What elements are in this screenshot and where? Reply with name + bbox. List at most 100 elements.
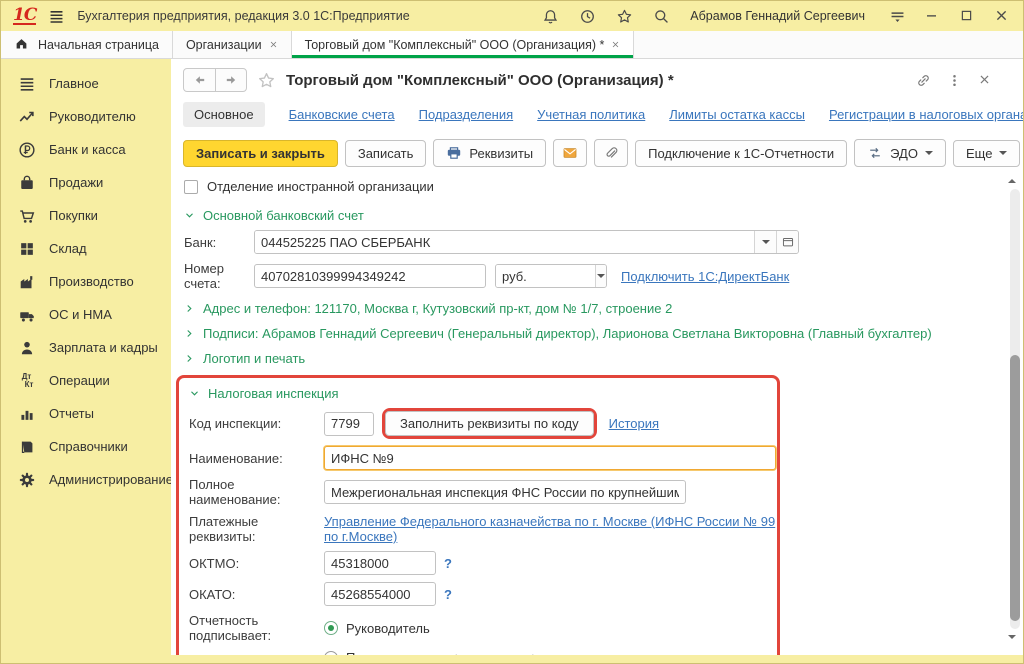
section-address-phone[interactable]: Адрес и телефон: 121170, Москва г, Кутуз… <box>171 296 1005 321</box>
save-and-close-button[interactable]: Записать и закрыть <box>183 140 338 167</box>
signer-option-label: Представитель <box>346 650 438 655</box>
notifications-bell-icon[interactable] <box>542 8 559 25</box>
sidebar-item-fixed-assets[interactable]: ОС и НМА <box>1 298 171 331</box>
full-name-input[interactable] <box>324 480 686 504</box>
sidebar-item-sales[interactable]: Продажи <box>1 166 171 199</box>
1c-logo-icon: 1С <box>13 8 36 25</box>
scrollbar-down-arrow[interactable] <box>1008 635 1016 639</box>
form-title: Торговый дом "Комплексный" ООО (Организа… <box>286 72 674 89</box>
service-menu-icon[interactable] <box>889 8 906 25</box>
sidebar-item-salary-hr[interactable]: Зарплата и кадры <box>1 331 171 364</box>
chevron-right-icon <box>184 328 195 339</box>
tab-org-card[interactable]: Торговый дом "Комплексный" ООО (Организа… <box>292 31 635 58</box>
scrollbar-thumb[interactable] <box>1010 355 1020 621</box>
sidebar-item-production[interactable]: Производство <box>1 265 171 298</box>
nav-link-accounting-policy[interactable]: Учетная политика <box>537 107 645 122</box>
sidebar-item-label: Отчеты <box>49 406 94 421</box>
requisites-button[interactable]: Реквизиты <box>433 139 546 167</box>
scrollbar-track[interactable] <box>1010 189 1020 629</box>
sidebar-item-administration[interactable]: Администрирование <box>1 463 171 496</box>
scrollbar-up-arrow[interactable] <box>1008 179 1016 183</box>
printer-icon <box>446 145 462 161</box>
section-tax-inspection[interactable]: Налоговая инспекция <box>179 381 777 406</box>
sidebar-item-purchases[interactable]: Покупки <box>1 199 171 232</box>
nav-link-bank-accounts[interactable]: Банковские счета <box>289 107 395 122</box>
payment-requisites-link[interactable]: Управление Федерального казначейства по … <box>324 514 777 544</box>
section-logo-stamp[interactable]: Логотип и печать <box>171 346 1005 371</box>
directbank-link[interactable]: Подключить 1С:ДиректБанк <box>621 269 789 284</box>
bag-icon <box>17 173 36 192</box>
save-button[interactable]: Записать <box>345 140 427 167</box>
send-email-button[interactable] <box>553 139 587 167</box>
nav-link-departments[interactable]: Подразделения <box>419 107 514 122</box>
attachments-button[interactable] <box>594 139 628 167</box>
signer-radio-director[interactable] <box>324 621 338 635</box>
chevron-down-icon <box>189 388 200 399</box>
signer-radio-representative[interactable] <box>324 651 338 656</box>
account-number-input[interactable] <box>254 264 486 288</box>
envelope-icon <box>562 145 578 161</box>
tab-close-icon[interactable] <box>269 40 278 49</box>
minimize-button[interactable] <box>924 8 941 25</box>
currency-dropdown-button[interactable] <box>595 265 606 287</box>
fill-requisites-button[interactable]: Заполнить реквизиты по коду <box>385 411 594 436</box>
get-link-icon[interactable] <box>916 73 931 88</box>
section-title: Основной банковский счет <box>203 208 364 223</box>
back-arrow-button[interactable] <box>184 69 215 91</box>
book-icon <box>17 437 36 456</box>
sidebar-item-reports[interactable]: Отчеты <box>1 397 171 430</box>
currency-input[interactable] <box>496 265 595 287</box>
sidebar-item-label: Главное <box>49 76 99 91</box>
history-icon[interactable] <box>579 8 596 25</box>
sidebar-item-bank-cash[interactable]: Банк и касса <box>1 133 171 166</box>
history-link[interactable]: История <box>609 416 659 431</box>
close-window-button[interactable] <box>994 8 1011 25</box>
nav-tab-main[interactable]: Основное <box>183 102 265 127</box>
oktmo-input[interactable] <box>324 551 436 575</box>
search-icon[interactable] <box>653 8 670 25</box>
inspection-code-input[interactable] <box>324 412 374 436</box>
full-name-label: Полное наименование: <box>189 477 324 507</box>
okato-help-icon[interactable]: ? <box>444 587 452 602</box>
sidebar-item-operations[interactable]: ДтКтОперации <box>1 364 171 397</box>
chevron-right-icon <box>184 303 195 314</box>
inspection-code-label: Код инспекции: <box>189 416 324 431</box>
close-form-icon[interactable] <box>978 73 993 88</box>
foreign-org-checkbox[interactable] <box>184 180 198 194</box>
okato-label: ОКАТО: <box>189 587 324 602</box>
section-signatures[interactable]: Подписи: Абрамов Геннадий Сергеевич (Ген… <box>171 321 1005 346</box>
sidebar-item-directories[interactable]: Справочники <box>1 430 171 463</box>
favorite-star-icon[interactable] <box>257 71 276 90</box>
tab-close-icon[interactable] <box>611 40 620 49</box>
edo-button[interactable]: ЭДО <box>854 139 946 167</box>
section-main-bank-account[interactable]: Основной банковский счет <box>171 203 1005 228</box>
forward-arrow-button[interactable] <box>215 69 246 91</box>
main-menu-icon[interactable] <box>48 8 65 25</box>
bank-combo <box>254 230 799 254</box>
bank-dropdown-button[interactable] <box>754 231 776 253</box>
bank-input[interactable] <box>255 231 754 253</box>
form-nav: Основное Банковские счета Подразделения … <box>171 95 1005 137</box>
sidebar-item-main[interactable]: Главное <box>1 67 171 100</box>
sidebar-item-label: Покупки <box>49 208 98 223</box>
nav-link-cash-limits[interactable]: Лимиты остатка кассы <box>669 107 805 122</box>
current-user[interactable]: Абрамов Геннадий Сергеевич <box>690 9 865 23</box>
maximize-button[interactable] <box>959 8 976 25</box>
oktmo-help-icon[interactable]: ? <box>444 556 452 571</box>
nav-link-tax-registrations[interactable]: Регистрации в налоговых органах <box>829 107 1023 122</box>
more-button[interactable]: Еще <box>953 140 1020 167</box>
gear-icon <box>17 470 36 489</box>
name-input[interactable] <box>324 446 776 470</box>
sidebar-item-manager[interactable]: Руководителю <box>1 100 171 133</box>
sidebar-item-warehouse[interactable]: Склад <box>1 232 171 265</box>
bottom-strip <box>1 655 1023 663</box>
tab-organizations[interactable]: Организации <box>173 31 292 58</box>
paperclip-icon <box>603 145 619 161</box>
bank-open-button[interactable] <box>776 231 798 253</box>
okato-input[interactable] <box>324 582 436 606</box>
connect-1c-reporting-button[interactable]: Подключение к 1С-Отчетности <box>635 140 847 167</box>
favorites-star-icon[interactable] <box>616 8 633 25</box>
more-kebab-icon[interactable] <box>947 73 962 88</box>
tab-home[interactable]: Начальная страница <box>1 31 173 58</box>
sidebar-item-label: Руководителю <box>49 109 136 124</box>
